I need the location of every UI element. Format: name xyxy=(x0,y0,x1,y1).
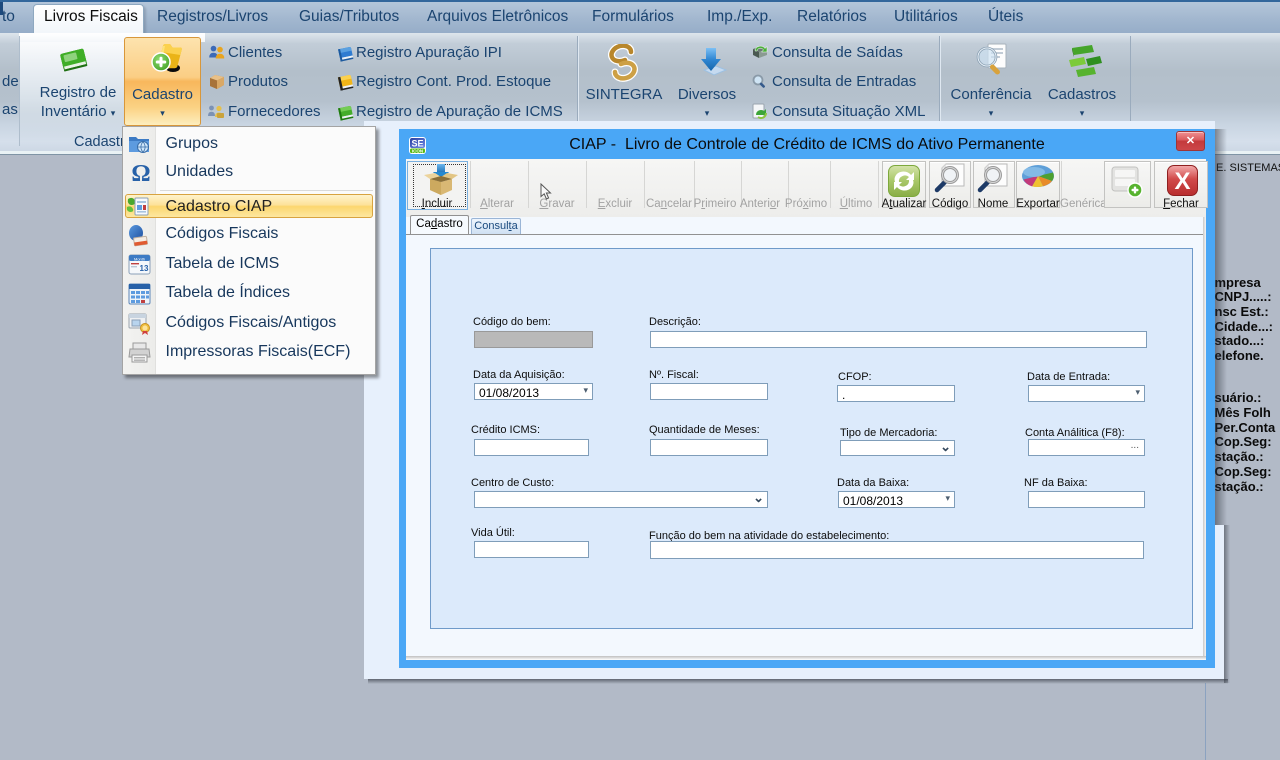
svg-text:13: 13 xyxy=(140,264,149,273)
svg-text:Month: Month xyxy=(134,257,145,262)
svg-text:Ω: Ω xyxy=(131,161,150,184)
svg-text:X: X xyxy=(1174,168,1190,195)
